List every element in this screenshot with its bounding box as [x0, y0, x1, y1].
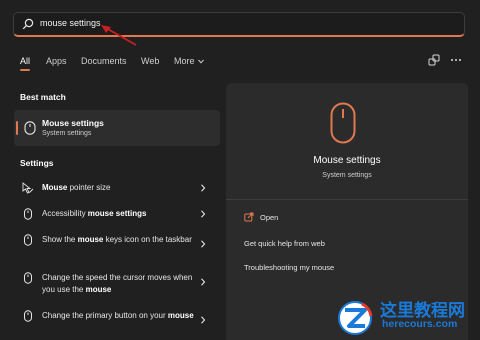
detail-subtitle: System settings: [322, 172, 372, 179]
watermark: 这里教程网 herecours.com: [332, 294, 480, 340]
tab-apps[interactable]: Apps: [46, 56, 67, 66]
settings-result-label: Accessibility mouse settings: [42, 209, 147, 218]
tab-more-label: More: [174, 56, 195, 66]
chevron-right-icon: [201, 278, 206, 286]
chevron-right-icon: [201, 184, 206, 192]
more-options-icon[interactable]: [450, 54, 462, 66]
mouse-icon: [24, 310, 32, 322]
mouse-icon: [24, 121, 36, 135]
chevron-right-icon: [201, 210, 206, 218]
mouse-icon: [24, 208, 32, 220]
chevron-right-icon: [201, 316, 206, 324]
mouse-icon-large: [330, 102, 356, 144]
active-tab-indicator: [20, 69, 30, 71]
mouse-pointer-icon: [22, 182, 34, 194]
search-icon: [22, 18, 34, 30]
quick-help-link[interactable]: Get quick help from web: [244, 239, 325, 248]
settings-result-label: Show the mouse keys icon on the taskbar: [42, 235, 192, 244]
open-action[interactable]: Open: [260, 213, 278, 222]
best-match-heading: Best match: [20, 92, 66, 102]
mouse-icon: [24, 234, 32, 246]
tab-web[interactable]: Web: [141, 56, 159, 66]
best-match-subtitle: System settings: [42, 130, 92, 137]
share-icon[interactable]: [428, 54, 440, 66]
settings-result-label: Mouse pointer size: [42, 183, 111, 192]
settings-result-item[interactable]: Show the mouse keys icon on the taskbar: [20, 234, 216, 260]
settings-result-item[interactable]: Change the speed the cursor moves when y…: [20, 272, 216, 298]
settings-result-item[interactable]: Accessibility mouse settings: [20, 208, 216, 222]
tab-more[interactable]: More: [174, 56, 204, 66]
search-box[interactable]: mouse settings: [13, 12, 465, 37]
best-match-title: Mouse settings: [42, 118, 104, 128]
open-external-icon: [244, 212, 254, 222]
settings-result-label: Change the primary button on your mouse: [42, 311, 194, 320]
settings-result-item[interactable]: Mouse pointer size: [20, 182, 216, 196]
chevron-down-icon: [197, 59, 204, 64]
watermark-en-text: herecours.com: [382, 318, 458, 330]
best-match-item[interactable]: Mouse settings System settings: [14, 110, 220, 146]
mouse-icon: [24, 272, 32, 284]
divider: [226, 199, 468, 200]
settings-result-item[interactable]: Change the primary button on your mouse: [20, 310, 216, 336]
tab-documents[interactable]: Documents: [81, 56, 127, 66]
search-input[interactable]: mouse settings: [40, 18, 101, 28]
troubleshoot-link[interactable]: Troubleshooting my mouse: [244, 263, 334, 272]
chevron-right-icon: [201, 240, 206, 248]
detail-title: Mouse settings: [313, 155, 381, 166]
settings-heading: Settings: [20, 158, 54, 168]
tab-all[interactable]: All: [20, 56, 30, 66]
settings-result-label: Change the speed the cursor moves when y…: [42, 273, 193, 294]
selection-indicator: [16, 121, 18, 135]
site-logo-icon: [338, 301, 373, 335]
